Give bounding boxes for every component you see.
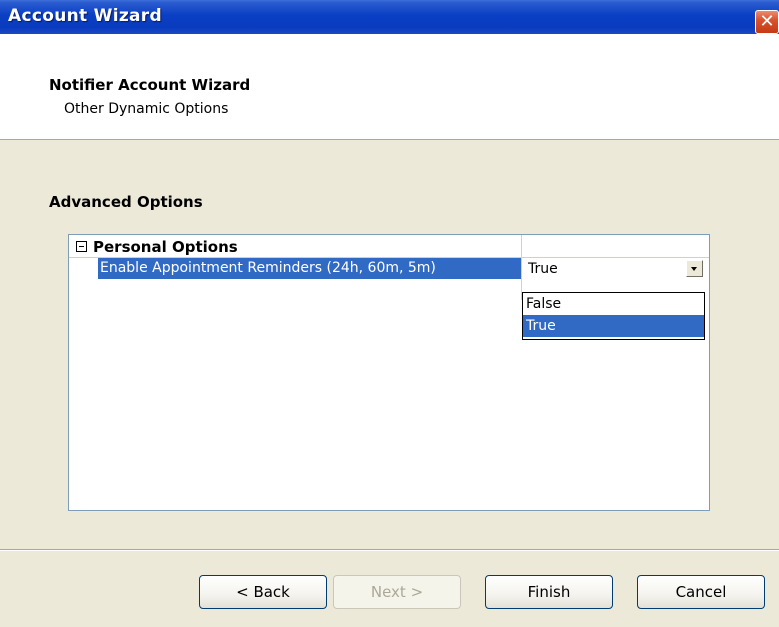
property-grid[interactable]: Personal Options Enable Appointment Remi… — [68, 234, 710, 511]
property-value-reminders[interactable]: True — [522, 258, 706, 279]
collapse-icon[interactable] — [76, 241, 87, 252]
back-button[interactable]: < Back — [199, 575, 327, 609]
category-label[interactable]: Personal Options — [93, 238, 238, 256]
dropdown-option-true[interactable]: True — [523, 315, 704, 337]
property-value-text[interactable]: True — [528, 259, 558, 280]
footer-separator — [0, 549, 779, 551]
property-name-reminders[interactable]: Enable Appointment Reminders (24h, 60m, … — [98, 258, 521, 279]
section-title: Advanced Options — [49, 193, 203, 211]
dropdown-option-false[interactable]: False — [523, 293, 704, 315]
close-icon: ✕ — [759, 11, 775, 32]
dropdown-list[interactable]: False True — [522, 292, 705, 340]
title-bar[interactable]: Account Wizard ✕ — [0, 0, 779, 34]
next-button[interactable]: Next > — [333, 575, 461, 609]
wizard-title: Notifier Account Wizard — [49, 76, 251, 94]
window-title: Account Wizard — [8, 6, 162, 26]
cancel-button[interactable]: Cancel — [637, 575, 765, 609]
wizard-subtitle: Other Dynamic Options — [64, 101, 229, 117]
wizard-header: Notifier Account Wizard Other Dynamic Op… — [0, 34, 779, 140]
dropdown-arrow-icon[interactable] — [686, 260, 703, 277]
finish-button[interactable]: Finish — [485, 575, 613, 609]
close-button[interactable]: ✕ — [755, 10, 779, 34]
